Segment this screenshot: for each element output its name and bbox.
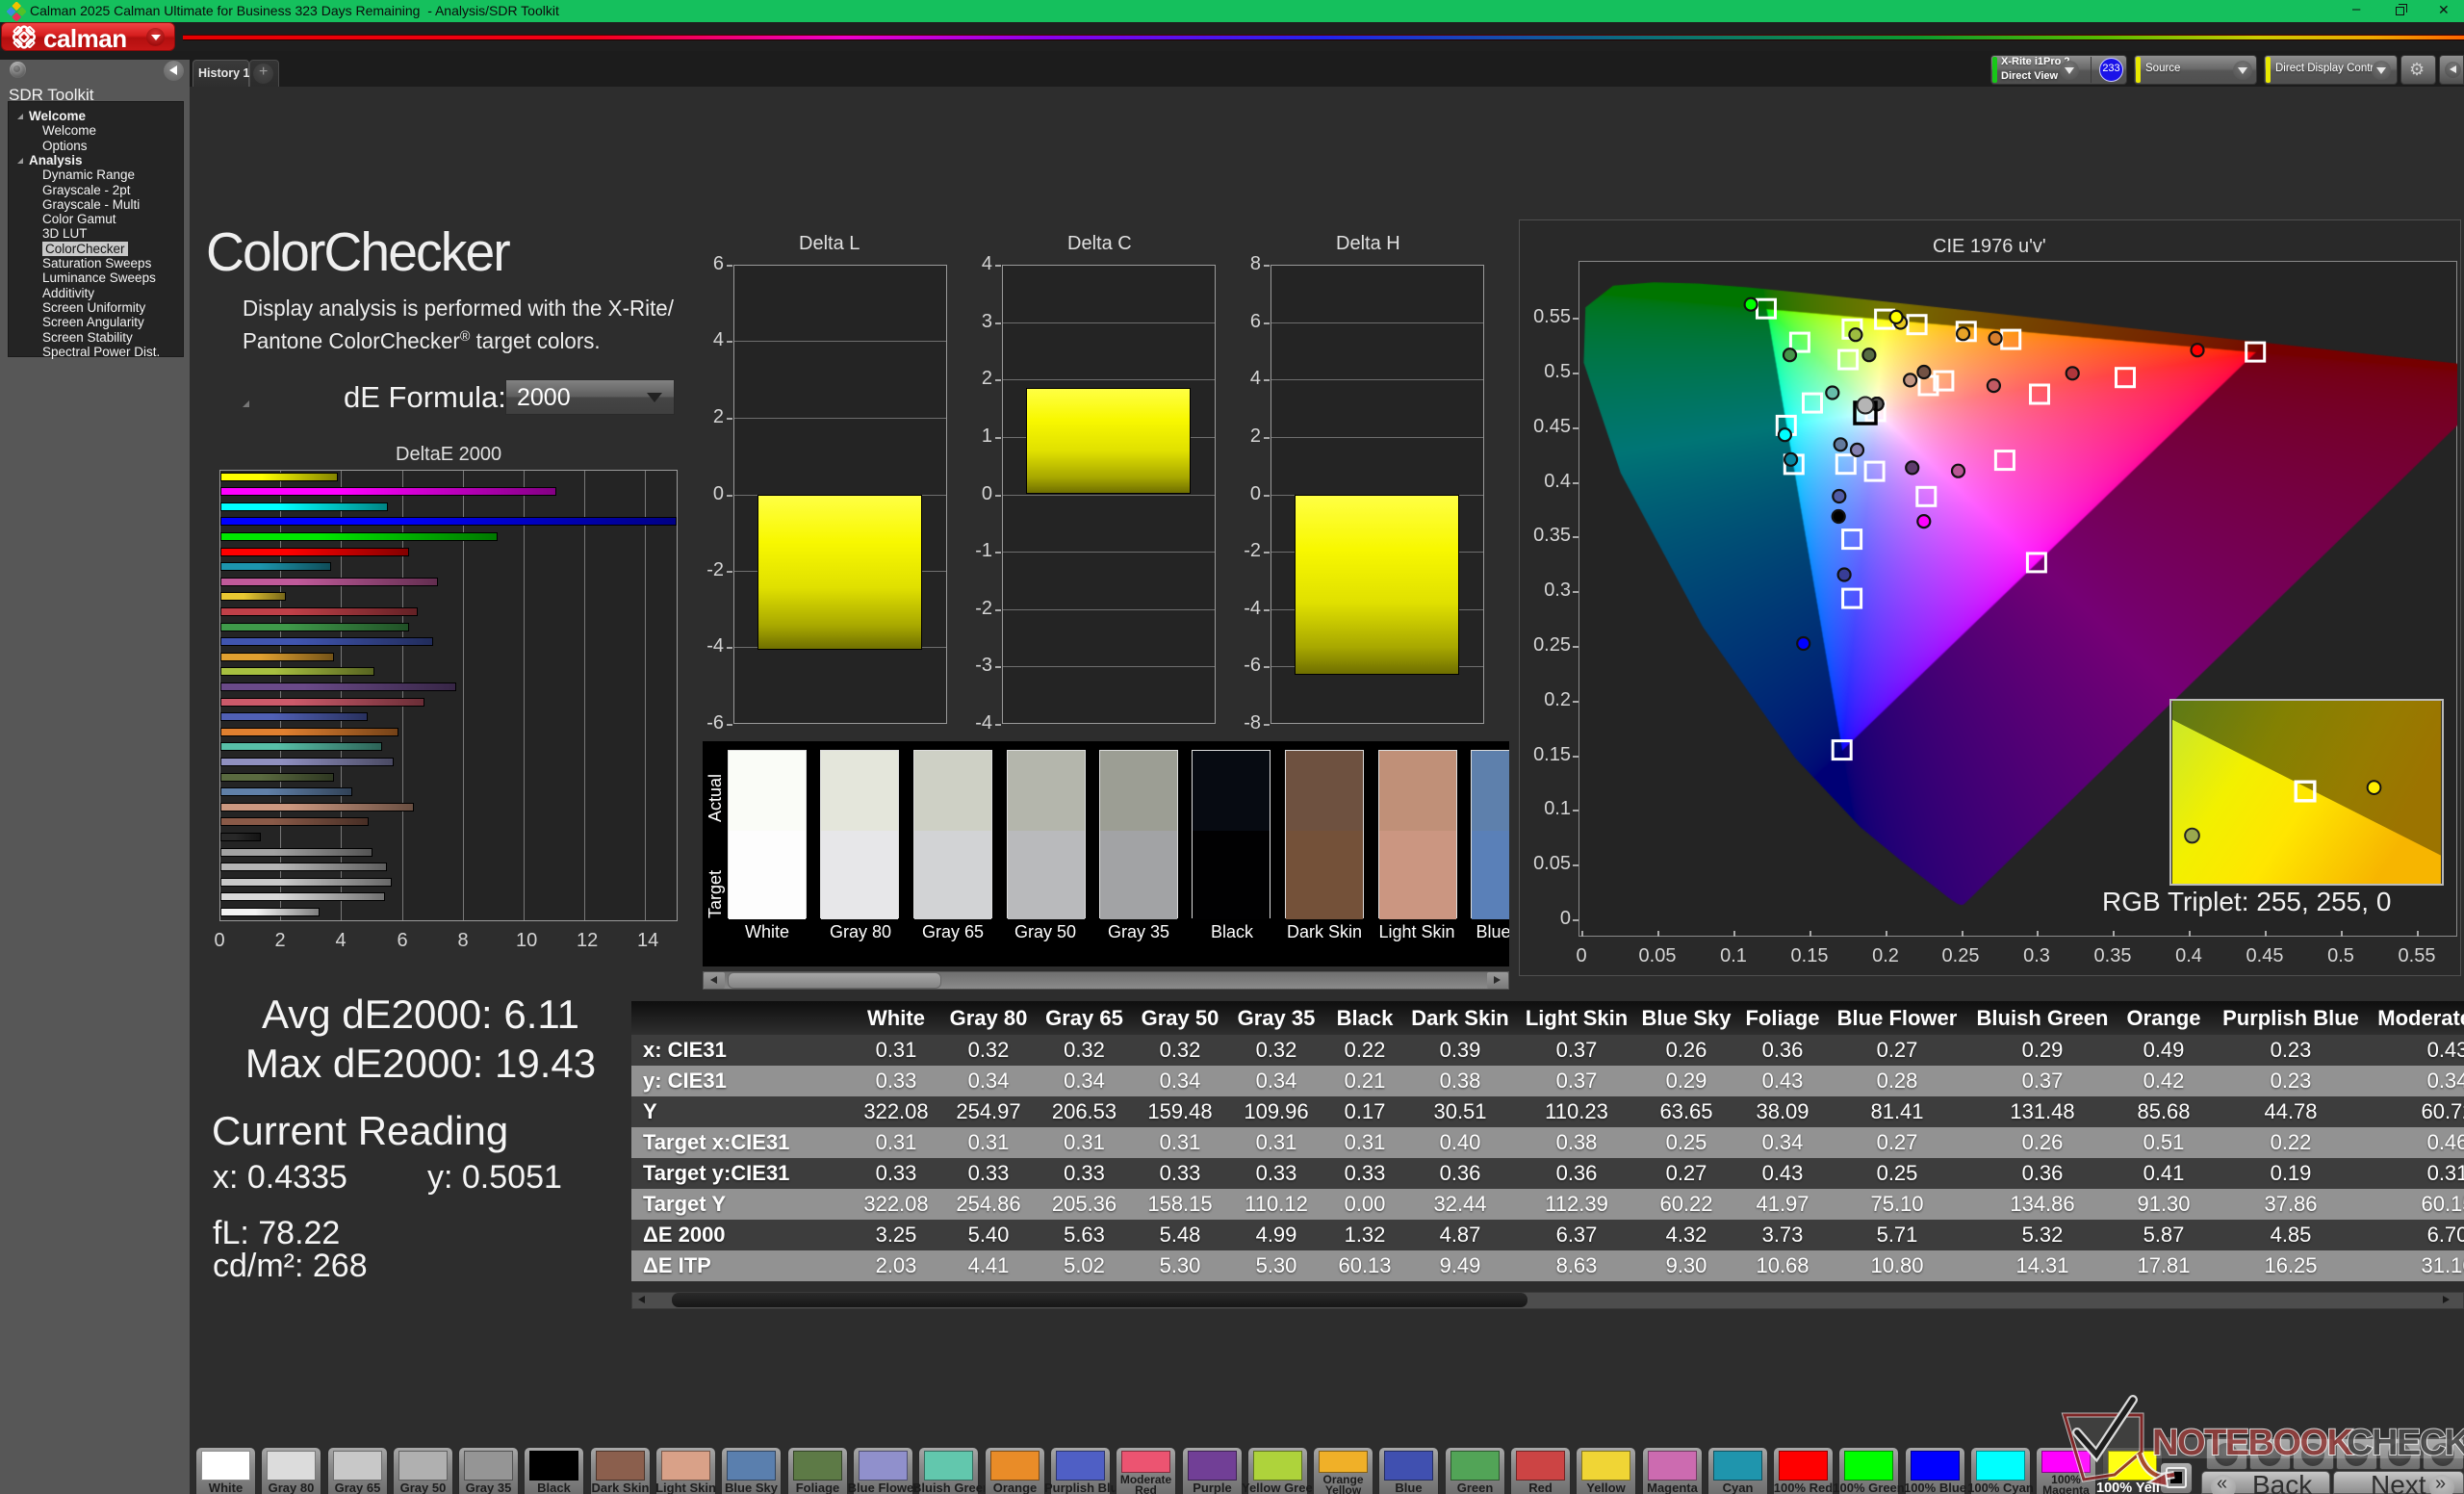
svg-text:CHECK: CHECK: [2347, 1423, 2464, 1463]
svg-text:NOTEBOOK: NOTEBOOK: [2152, 1423, 2354, 1463]
